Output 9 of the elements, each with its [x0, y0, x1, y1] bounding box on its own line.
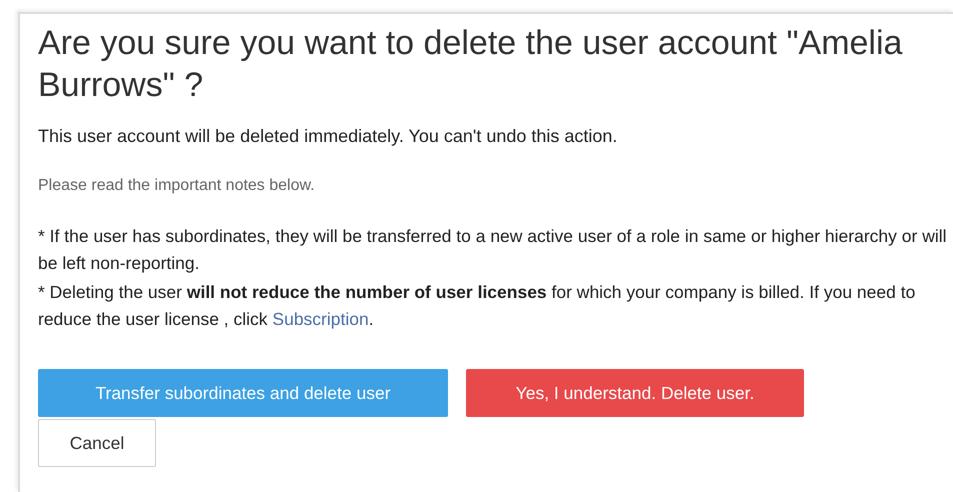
notes-hint: Please read the important notes below.	[38, 177, 316, 195]
cancel-button[interactable]: Cancel	[38, 419, 156, 467]
delete-button[interactable]: Yes, I understand. Delete user.	[466, 369, 804, 417]
subscription-link[interactable]: Subscription	[272, 309, 369, 329]
warning-message: This user account will be deleted immediately. You can't undo this action.	[38, 126, 618, 147]
dialog-title: Are you sure you want to delete the user account "Amelia Burrows" ?	[38, 23, 904, 106]
transfer-button[interactable]: Transfer subordinates and delete user	[38, 369, 448, 417]
note-text: * If the user has subordinates, they will be transferred to a new active user of a role in same or higher hierarchy or will be left non-reporting.	[38, 225, 948, 275]
note-text: * Deleting the user will not reduce the number of user licenses for which your company is billed. If you need to reduce the user license , click Subscription.	[38, 281, 916, 331]
